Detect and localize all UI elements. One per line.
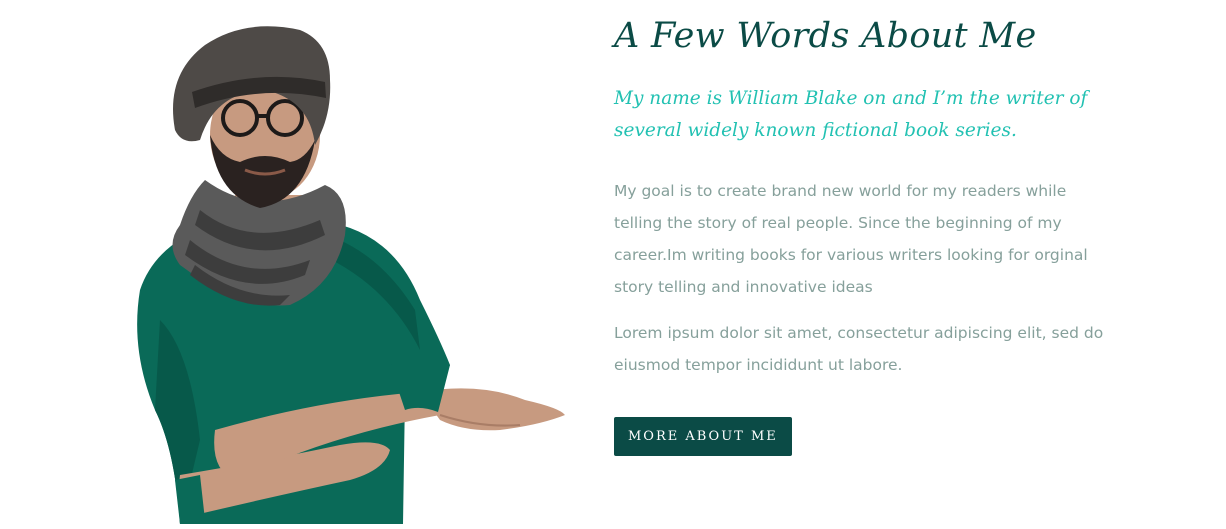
bio-paragraph-1: My goal is to create brand new world for… bbox=[614, 182, 1088, 296]
author-portrait bbox=[120, 20, 570, 524]
section-heading: A Few Words About Me bbox=[614, 16, 1037, 56]
more-about-me-button[interactable]: MORE ABOUT ME bbox=[614, 417, 792, 456]
about-section: A Few Words About Me My name is William … bbox=[614, 14, 1114, 456]
bio-paragraph-2: Lorem ipsum dolor sit amet, consectetur … bbox=[614, 324, 1104, 374]
intro-lead-text: My name is William Blake on and I’m the … bbox=[614, 88, 1088, 141]
